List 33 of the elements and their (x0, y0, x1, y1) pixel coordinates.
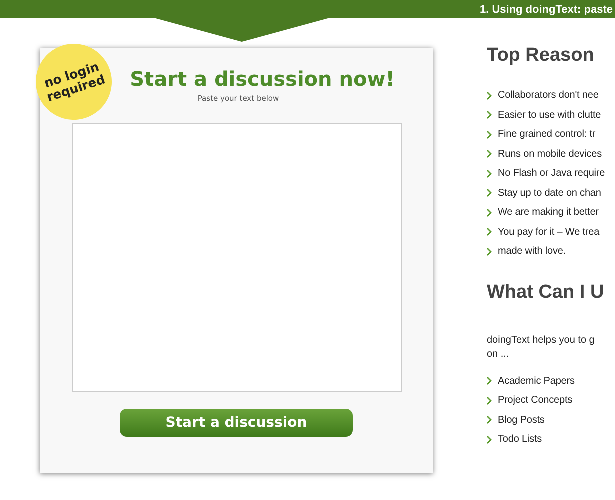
paragraph: doingText helps you to g on ... (487, 334, 596, 362)
step-text: 1. Using doingText: paste (480, 4, 613, 18)
section-heading: Top Reason (487, 45, 596, 68)
chevron-icon (487, 150, 492, 158)
list-item: Easier to use with clutte (498, 110, 602, 121)
list-item: Runs on mobile devices (498, 148, 602, 160)
list-item: Project Concepts (498, 395, 573, 406)
text-area[interactable] (72, 123, 402, 392)
list-item: Collaborators don't nee (498, 90, 599, 102)
list-item: Blog Posts (498, 414, 545, 426)
list-item: Todo Lists (498, 434, 542, 446)
list-item: Academic Papers (498, 376, 575, 387)
title: Start a discussion now! (130, 67, 395, 91)
chevron-icon (487, 248, 492, 256)
chevron-icon (487, 208, 492, 217)
chevron-icon (487, 396, 492, 405)
chevron-icon (487, 377, 492, 386)
chevron-icon (487, 130, 492, 139)
list-item: No Flash or Java require (498, 168, 606, 180)
chevron-icon (487, 228, 492, 236)
chevron-icon (487, 189, 492, 198)
list-item: Fine grained control: tr (498, 129, 596, 140)
list-item: Stay up to date on chan (498, 188, 602, 199)
chevron-icon (487, 416, 492, 424)
list-item: made with love. (498, 246, 566, 258)
chevron-icon (487, 170, 492, 178)
chevron-icon (487, 92, 492, 100)
list-item: You pay for it – We trea (498, 226, 600, 238)
start-discussion-button[interactable]: Start a discussion (120, 409, 353, 437)
section-heading: What Can I U (487, 282, 606, 304)
chevron-icon (487, 436, 492, 444)
chevron-icon (487, 111, 492, 120)
list-item: We are making it better (498, 207, 599, 218)
